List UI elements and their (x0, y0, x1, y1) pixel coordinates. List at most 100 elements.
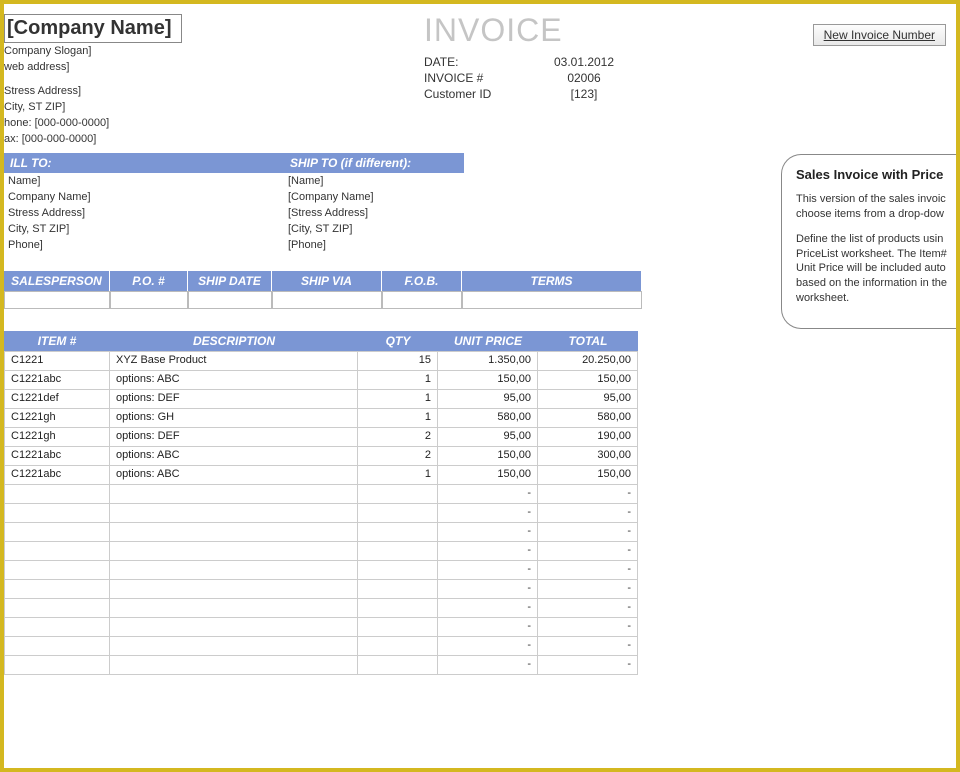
table-row[interactable]: -- (4, 560, 638, 579)
cell-item[interactable] (4, 637, 110, 655)
billto-city[interactable]: City, ST ZIP] (4, 221, 284, 237)
cell-item[interactable] (4, 656, 110, 674)
cell-total[interactable]: - (538, 542, 638, 560)
cell-qty[interactable] (358, 542, 438, 560)
table-row[interactable]: -- (4, 617, 638, 636)
cell-total[interactable]: 150,00 (538, 371, 638, 389)
new-invoice-button[interactable]: New Invoice Number (813, 24, 946, 46)
table-row[interactable]: C1221abcoptions: ABC1150,00150,00 (4, 370, 638, 389)
cell-desc[interactable] (110, 618, 358, 636)
cell-unit[interactable]: - (438, 637, 538, 655)
cell-qty[interactable] (358, 599, 438, 617)
table-row[interactable]: C1221abcoptions: ABC1150,00150,00 (4, 465, 638, 484)
cell-shipvia[interactable] (272, 291, 382, 309)
cell-desc[interactable]: options: ABC (110, 447, 358, 465)
cell-desc[interactable] (110, 637, 358, 655)
cell-qty[interactable] (358, 561, 438, 579)
cell-qty[interactable]: 1 (358, 390, 438, 408)
billto-phone[interactable]: Phone] (4, 237, 284, 253)
cell-qty[interactable]: 15 (358, 352, 438, 370)
cell-item[interactable]: C1221abc (4, 466, 110, 484)
cell-total[interactable]: - (538, 523, 638, 541)
table-row[interactable]: -- (4, 598, 638, 617)
cell-item[interactable] (4, 561, 110, 579)
cell-total[interactable]: 150,00 (538, 466, 638, 484)
cell-qty[interactable]: 2 (358, 447, 438, 465)
cell-qty[interactable]: 1 (358, 409, 438, 427)
cell-desc[interactable] (110, 656, 358, 674)
cell-item[interactable]: C1221gh (4, 409, 110, 427)
cell-unit[interactable]: - (438, 618, 538, 636)
cell-unit[interactable]: - (438, 523, 538, 541)
cell-desc[interactable] (110, 504, 358, 522)
cell-unit[interactable]: - (438, 580, 538, 598)
cell-item[interactable]: C1221gh (4, 428, 110, 446)
table-row[interactable]: -- (4, 484, 638, 503)
cell-terms[interactable] (462, 291, 642, 309)
meta-customer-value[interactable]: [123] (534, 87, 634, 101)
table-row[interactable]: -- (4, 522, 638, 541)
cell-item[interactable]: C1221abc (4, 371, 110, 389)
shipto-name[interactable]: [Name] (284, 173, 564, 189)
cell-qty[interactable]: 1 (358, 371, 438, 389)
cell-total[interactable]: - (538, 599, 638, 617)
meta-date-value[interactable]: 03.01.2012 (534, 55, 634, 69)
cell-total[interactable]: - (538, 485, 638, 503)
cell-unit[interactable]: 95,00 (438, 390, 538, 408)
cell-qty[interactable] (358, 580, 438, 598)
cell-item[interactable] (4, 504, 110, 522)
table-row[interactable]: -- (4, 579, 638, 598)
cell-unit[interactable]: - (438, 485, 538, 503)
cell-item[interactable] (4, 485, 110, 503)
cell-desc[interactable] (110, 542, 358, 560)
cell-unit[interactable]: 150,00 (438, 447, 538, 465)
table-row[interactable]: -- (4, 503, 638, 522)
cell-total[interactable]: 95,00 (538, 390, 638, 408)
cell-po[interactable] (110, 291, 188, 309)
shipto-phone[interactable]: [Phone] (284, 237, 564, 253)
cell-desc[interactable] (110, 561, 358, 579)
cell-desc[interactable]: options: DEF (110, 390, 358, 408)
cell-total[interactable]: - (538, 618, 638, 636)
cell-unit[interactable]: 580,00 (438, 409, 538, 427)
cell-total[interactable]: - (538, 561, 638, 579)
cell-item[interactable]: C1221 (4, 352, 110, 370)
cell-unit[interactable]: - (438, 599, 538, 617)
cell-desc[interactable]: XYZ Base Product (110, 352, 358, 370)
billto-street[interactable]: Stress Address] (4, 205, 284, 221)
cell-qty[interactable] (358, 637, 438, 655)
cell-item[interactable] (4, 599, 110, 617)
cell-qty[interactable] (358, 485, 438, 503)
shipto-street[interactable]: [Stress Address] (284, 205, 564, 221)
cell-unit[interactable]: 150,00 (438, 371, 538, 389)
cell-desc[interactable] (110, 599, 358, 617)
cell-total[interactable]: 190,00 (538, 428, 638, 446)
cell-unit[interactable]: 150,00 (438, 466, 538, 484)
cell-unit[interactable]: - (438, 656, 538, 674)
company-name[interactable]: [Company Name] (4, 14, 182, 43)
cell-desc[interactable]: options: GH (110, 409, 358, 427)
meta-invoice-value[interactable]: 02006 (534, 71, 634, 85)
cell-desc[interactable]: options: ABC (110, 466, 358, 484)
cell-item[interactable] (4, 580, 110, 598)
table-row[interactable]: C1221ghoptions: GH1580,00580,00 (4, 408, 638, 427)
cell-total[interactable]: 300,00 (538, 447, 638, 465)
cell-item[interactable]: C1221abc (4, 447, 110, 465)
cell-qty[interactable] (358, 618, 438, 636)
cell-qty[interactable]: 2 (358, 428, 438, 446)
billto-name[interactable]: Name] (4, 173, 284, 189)
cell-desc[interactable] (110, 523, 358, 541)
cell-item[interactable] (4, 618, 110, 636)
cell-unit[interactable]: - (438, 504, 538, 522)
cell-unit[interactable]: 95,00 (438, 428, 538, 446)
cell-item[interactable] (4, 523, 110, 541)
table-row[interactable]: C1221defoptions: DEF195,0095,00 (4, 389, 638, 408)
cell-desc[interactable] (110, 580, 358, 598)
cell-total[interactable]: - (538, 656, 638, 674)
cell-total[interactable]: - (538, 580, 638, 598)
cell-qty[interactable]: 1 (358, 466, 438, 484)
cell-item[interactable]: C1221def (4, 390, 110, 408)
table-row[interactable]: -- (4, 636, 638, 655)
table-row[interactable]: C1221ghoptions: DEF295,00190,00 (4, 427, 638, 446)
cell-qty[interactable] (358, 504, 438, 522)
